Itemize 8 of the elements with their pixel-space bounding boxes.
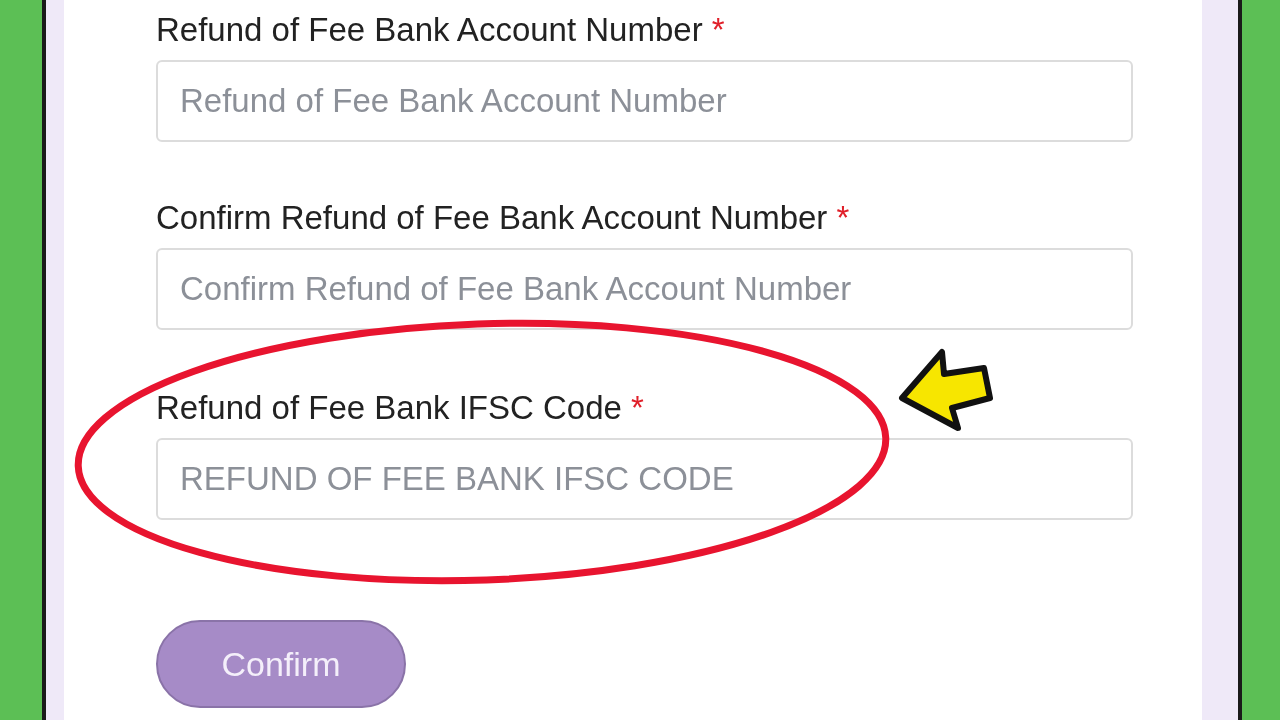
confirm-button[interactable]: Confirm: [156, 620, 406, 708]
input-field[interactable]: Confirm Refund of Fee Bank Account Number: [156, 248, 1133, 330]
field-label: Refund of Fee Bank IFSC Code *: [156, 388, 644, 428]
field-label: Refund of Fee Bank Account Number *: [156, 10, 725, 50]
arrow-icon: [899, 349, 993, 431]
input-field[interactable]: REFUND OF FEE BANK IFSC CODE: [156, 438, 1133, 520]
field-label: Confirm Refund of Fee Bank Account Number *: [156, 198, 850, 238]
input-field[interactable]: Refund of Fee Bank Account Number: [156, 60, 1133, 142]
